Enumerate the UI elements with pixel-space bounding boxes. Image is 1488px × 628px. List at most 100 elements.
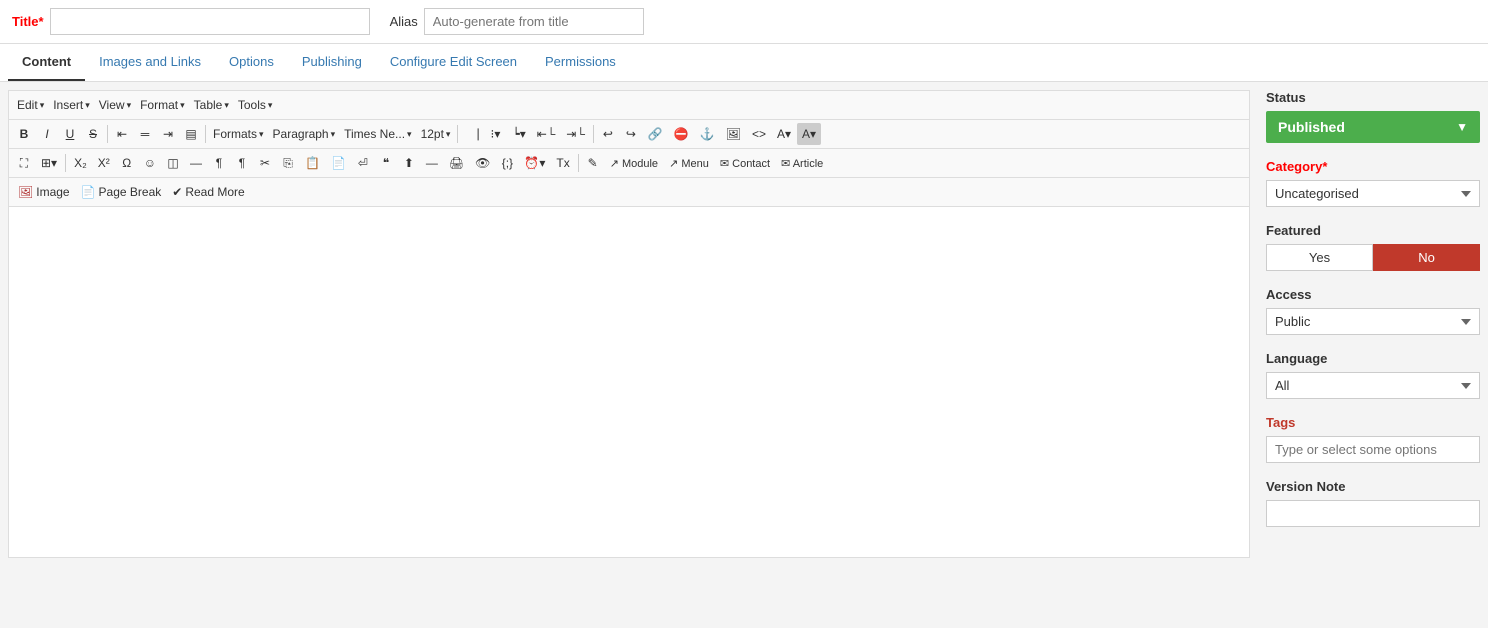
sep3 [457,125,458,143]
title-label: Title* [12,14,44,29]
alias-input[interactable] [424,8,644,35]
formats-dropdown[interactable]: Formats▾ [209,123,268,145]
anchor-button[interactable]: ⚓ [695,123,720,145]
blockquote-button[interactable]: ❝ [375,152,397,174]
module-button[interactable]: ↗ Module [605,152,663,174]
underline-button[interactable]: U [59,123,81,145]
version-note-input[interactable] [1266,500,1480,527]
unlink-button[interactable]: ⛔ [669,123,694,145]
view-menu[interactable]: View▾ [95,94,135,116]
superscript-button[interactable]: X² [93,152,115,174]
category-section: Category* Uncategorised [1266,159,1480,207]
size-dropdown[interactable]: 12pt▾ [417,123,455,145]
editor-toolbar-menu: Edit▾ Insert▾ View▾ Format▾ Table▾ Tools… [9,91,1249,120]
align-left-button[interactable]: ⇤ [111,123,133,145]
contact-button[interactable]: ✉ Contact [715,152,775,174]
highlight-button[interactable]: A▾ [797,123,821,145]
access-select[interactable]: Public [1266,308,1480,335]
undo-button[interactable]: ↩ [597,123,619,145]
print-button[interactable]: 🖨 [444,152,469,174]
align-justify-button[interactable]: ▤ [180,123,202,145]
editor-toolbar-insert: 🖼 Image 📄 Page Break ✔ Read More [9,178,1249,207]
language-section: Language All [1266,351,1480,399]
media-button[interactable]: ◫ [162,152,184,174]
editor-toolbar-tools: ⛶ ⊞▾ X₂ X² Ω ☺ ◫ — ¶ ¶ ✂ ⎘ 📋 📄 ⏎ ❝ ⬆ — 🖨… [9,149,1249,178]
article-button[interactable]: ✉ Article [776,152,828,174]
emoji-button[interactable]: ☺ [139,152,161,174]
paste-text-button[interactable]: 📄 [326,152,351,174]
title-input[interactable] [50,8,370,35]
cut-button[interactable]: ✂ [254,152,276,174]
tab-options[interactable]: Options [215,44,288,81]
show-blocks-button[interactable]: ¶ [208,152,230,174]
remove-format-button[interactable]: Tx [551,152,574,174]
line-height-button[interactable]: ⎹ [461,123,483,145]
category-select[interactable]: Uncategorised [1266,180,1480,207]
menu-button[interactable]: ↗ Menu [664,152,714,174]
top-bar: Title* Alias [0,0,1488,44]
page-break-button[interactable]: 📄 Page Break [76,181,167,203]
paste-button[interactable]: 📋 [300,152,325,174]
tabs-bar: Content Images and Links Options Publish… [0,44,1488,82]
tags-label: Tags [1266,415,1480,430]
tools-menu[interactable]: Tools▾ [234,94,277,116]
featured-section: Featured Yes No [1266,223,1480,271]
editor-toolbar-format: B I U S ⇤ ═ ⇥ ▤ Formats▾ Paragraph▾ Time… [9,120,1249,149]
edit-menu[interactable]: Edit▾ [13,94,48,116]
num-list-button[interactable]: ┕▾ [507,123,530,145]
table-menu[interactable]: Table▾ [190,94,233,116]
format-menu[interactable]: Format▾ [136,94,189,116]
article-edit-button[interactable]: ✎ [582,152,604,174]
link-button[interactable]: 🔗 [643,123,668,145]
bullet-list-button[interactable]: ⁝​▾ [484,123,506,145]
read-more-button[interactable]: ✔ Read More [167,181,249,203]
status-section: Status Published ▼ [1266,90,1480,143]
insert-menu[interactable]: Insert▾ [49,94,94,116]
copy-button[interactable]: ⎘ [277,152,299,174]
access-label: Access [1266,287,1480,302]
upload-button[interactable]: ⬆ [398,152,420,174]
sep2 [205,125,206,143]
table-insert-button[interactable]: ⊞▾ [36,152,62,174]
tab-publishing[interactable]: Publishing [288,44,376,81]
subscript-button[interactable]: X₂ [69,152,92,174]
access-section: Access Public [1266,287,1480,335]
hide-blocks-button[interactable]: ¶ [231,152,253,174]
code2-button[interactable]: {;} [496,152,518,174]
sep1 [107,125,108,143]
indent-button[interactable]: ⇥└ [561,123,590,145]
featured-no-button[interactable]: No [1373,244,1480,271]
nonbreaking-button[interactable]: ⏎ [352,152,374,174]
special-char-button[interactable]: Ω [116,152,138,174]
hr-button[interactable]: — [185,152,207,174]
tab-configure-edit-screen[interactable]: Configure Edit Screen [376,44,531,81]
image-insert-button[interactable]: 🖼 [721,123,746,145]
redo-button[interactable]: ↪ [620,123,642,145]
code-button[interactable]: <> [747,123,771,145]
tags-input[interactable] [1266,436,1480,463]
fullscreen-button[interactable]: ⛶ [13,152,35,174]
featured-yes-button[interactable]: Yes [1266,244,1373,271]
italic-button[interactable]: I [36,123,58,145]
align-right-button[interactable]: ⇥ [157,123,179,145]
status-button[interactable]: Published ▼ [1266,111,1480,143]
strikethrough-button[interactable]: S [82,123,104,145]
font-dropdown[interactable]: Times Ne...▾ [340,123,415,145]
editor-body[interactable] [9,207,1249,557]
sep5 [65,154,66,172]
paragraph-dropdown[interactable]: Paragraph▾ [269,123,340,145]
align-center-button[interactable]: ═ [134,123,156,145]
tab-images-links[interactable]: Images and Links [85,44,215,81]
preview-button[interactable]: 👁 [470,152,495,174]
outdent-button[interactable]: ⇤└ [532,123,561,145]
image-button[interactable]: 🖼 Image [13,181,75,203]
tab-content[interactable]: Content [8,44,85,81]
status-value: Published [1278,119,1345,135]
font-color-button[interactable]: A▾ [772,123,796,145]
bold-button[interactable]: B [13,123,35,145]
tab-permissions[interactable]: Permissions [531,44,630,81]
timer-button[interactable]: ⏰▾ [519,152,550,174]
language-select[interactable]: All [1266,372,1480,399]
version-note-section: Version Note [1266,479,1480,527]
hr2-button[interactable]: — [421,152,443,174]
